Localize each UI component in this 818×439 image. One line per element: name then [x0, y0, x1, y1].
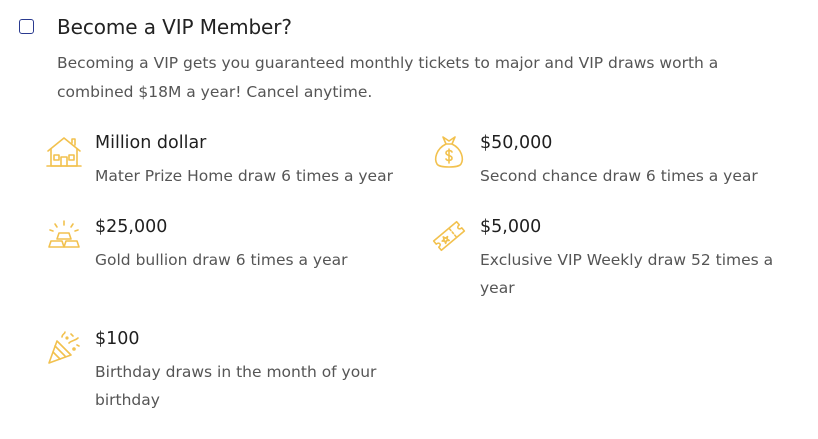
benefit-title: $100: [95, 329, 140, 349]
money-bag-icon: [430, 133, 468, 171]
vip-member-checkbox[interactable]: [19, 19, 34, 34]
vip-membership-panel: Become a VIP Member? Becoming a VIP gets…: [0, 0, 818, 439]
benefit-title: Million dollar: [95, 133, 207, 153]
vip-description: Becoming a VIP gets you guaranteed month…: [57, 54, 719, 101]
benefit-description: Birthday draws in the month of your birt…: [95, 363, 377, 409]
benefit-description: Second chance draw 6 times a year: [480, 167, 758, 185]
gold-bars-icon: [45, 217, 83, 255]
benefit-title: $5,000: [480, 217, 542, 237]
vip-title: Become a VIP Member?: [57, 15, 292, 39]
ticket-icon: [430, 217, 468, 255]
benefit-description: Mater Prize Home draw 6 times a year: [95, 167, 393, 185]
benefit-title: $50,000: [480, 133, 553, 153]
benefit-title: $25,000: [95, 217, 168, 237]
party-popper-icon: [45, 329, 83, 367]
benefit-description: Exclusive VIP Weekly draw 52 times a yea…: [480, 251, 774, 297]
benefit-description: Gold bullion draw 6 times a year: [95, 251, 348, 269]
house-icon: [45, 133, 83, 171]
